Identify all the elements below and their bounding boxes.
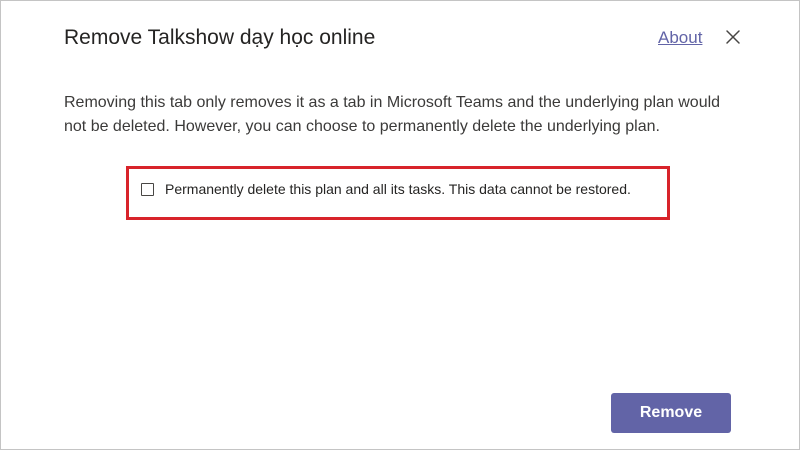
about-link[interactable]: About — [658, 28, 702, 48]
permanently-delete-option[interactable]: Permanently delete this plan and all its… — [141, 181, 631, 197]
close-button[interactable] — [721, 25, 745, 49]
permanently-delete-label[interactable]: Permanently delete this plan and all its… — [165, 181, 631, 197]
close-icon — [726, 30, 740, 44]
dialog-title: Remove Talkshow dạy học online — [64, 26, 376, 49]
permanently-delete-checkbox[interactable] — [141, 182, 154, 196]
remove-button[interactable]: Remove — [611, 393, 731, 433]
dialog-description: Removing this tab only removes it as a t… — [64, 94, 721, 135]
remove-tab-dialog: Remove Talkshow dạy học online About Rem… — [0, 0, 800, 450]
